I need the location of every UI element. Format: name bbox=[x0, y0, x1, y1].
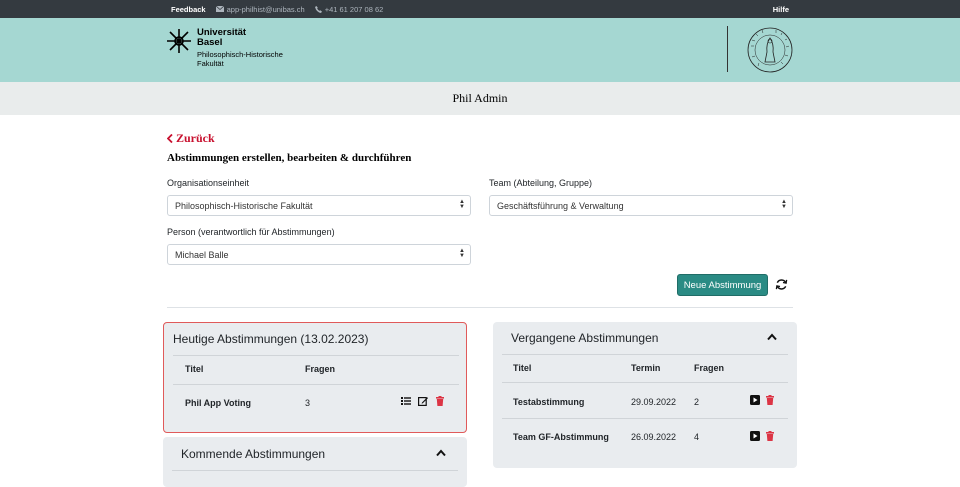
col-title-header: Titel bbox=[513, 363, 532, 373]
row-divider bbox=[502, 382, 788, 383]
feedback-link[interactable]: Feedback bbox=[171, 5, 206, 14]
vote-questions: 3 bbox=[305, 398, 311, 408]
vote-questions: 4 bbox=[694, 432, 700, 442]
trash-icon[interactable] bbox=[435, 396, 445, 406]
top-bar: Feedback app-philhist@unibas.ch +41 61 2… bbox=[0, 0, 960, 18]
col-questions-header: Fragen bbox=[305, 364, 336, 374]
col-questions-header: Fragen bbox=[694, 363, 725, 373]
org-select[interactable]: Philosophisch-Historische Fakultät ▲ ▼ bbox=[167, 195, 471, 216]
team-select-value: Geschäftsführung & Verwaltung bbox=[497, 200, 624, 211]
select-caret-icon: ▲ ▼ bbox=[781, 199, 787, 210]
phone-link[interactable]: +41 61 207 08 62 bbox=[314, 4, 384, 14]
envelope-icon bbox=[215, 6, 224, 12]
chevron-left-icon bbox=[167, 134, 173, 143]
select-caret-icon: ▲ ▼ bbox=[459, 199, 465, 210]
vote-questions: 2 bbox=[694, 397, 700, 407]
past-title: Vergangene Abstimmungen bbox=[511, 331, 659, 345]
vote-date: 29.09.2022 bbox=[631, 397, 677, 407]
row-divider bbox=[173, 384, 459, 385]
university-logo[interactable]: Universität Basel Philosophisch-Historis… bbox=[166, 28, 283, 68]
play-icon[interactable] bbox=[750, 395, 760, 405]
past-votes-card: Vergangene Abstimmungen Titel Termin Fra… bbox=[493, 322, 797, 468]
trash-icon[interactable] bbox=[765, 431, 775, 441]
new-vote-button[interactable]: Neue Abstimmung bbox=[677, 274, 768, 296]
chevron-up-icon[interactable] bbox=[767, 333, 777, 341]
back-link[interactable]: Zurück bbox=[167, 131, 215, 146]
vote-title: Phil App Voting bbox=[185, 398, 251, 408]
play-icon[interactable] bbox=[750, 431, 760, 441]
vote-title: Team GF-Abstimmung bbox=[513, 432, 609, 442]
logo-line-2: Basel bbox=[197, 37, 223, 48]
edit-icon[interactable] bbox=[418, 396, 428, 406]
university-emblem-icon bbox=[167, 29, 191, 53]
email-link[interactable]: app-philhist@unibas.ch bbox=[215, 4, 305, 14]
page-title: Abstimmungen erstellen, bearbeiten & dur… bbox=[167, 152, 412, 164]
select-caret-icon: ▲ ▼ bbox=[459, 248, 465, 259]
new-vote-label: Neue Abstimmung bbox=[683, 279, 762, 291]
col-title-header: Titel bbox=[185, 364, 204, 374]
header-divider bbox=[727, 26, 728, 72]
org-select-value: Philosophisch-Historische Fakultät bbox=[175, 200, 313, 211]
person-select[interactable]: Michael Balle ▲ ▼ bbox=[167, 244, 471, 265]
phone-text: +41 61 207 08 62 bbox=[324, 4, 384, 14]
row-divider bbox=[502, 354, 788, 355]
org-label: Organisationseinheit bbox=[167, 178, 250, 188]
email-text: app-philhist@unibas.ch bbox=[226, 4, 305, 14]
person-select-value: Michael Balle bbox=[175, 249, 229, 260]
site-header: Universität Basel Philosophisch-Historis… bbox=[0, 18, 960, 82]
today-title: Heutige Abstimmungen (13.02.2023) bbox=[173, 332, 369, 346]
vote-date: 26.09.2022 bbox=[631, 432, 677, 442]
person-label: Person (verantwortlich für Abstimmungen) bbox=[167, 227, 335, 237]
row-divider bbox=[172, 470, 458, 471]
app-title-bar: Phil Admin bbox=[0, 82, 960, 115]
upcoming-title: Kommende Abstimmungen bbox=[181, 447, 326, 461]
section-divider bbox=[167, 307, 793, 308]
back-label: Zurück bbox=[176, 131, 215, 145]
col-date-header: Termin bbox=[631, 363, 661, 373]
list-icon[interactable] bbox=[401, 396, 411, 406]
logo-line-4: Fakultät bbox=[197, 58, 224, 68]
row-divider bbox=[173, 355, 459, 356]
vote-title: Testabstimmung bbox=[513, 397, 585, 407]
app-title: Phil Admin bbox=[452, 91, 508, 105]
today-votes-card: Heutige Abstimmungen (13.02.2023) Titel … bbox=[163, 322, 467, 433]
trash-icon[interactable] bbox=[765, 395, 775, 405]
help-link[interactable]: Hilfe bbox=[773, 5, 789, 14]
row-divider bbox=[502, 418, 788, 419]
team-select[interactable]: Geschäftsführung & Verwaltung ▲ ▼ bbox=[489, 195, 793, 216]
refresh-icon[interactable] bbox=[775, 278, 788, 291]
phone-icon bbox=[314, 5, 322, 13]
chevron-up-icon[interactable] bbox=[436, 449, 446, 457]
team-label: Team (Abteilung, Gruppe) bbox=[489, 178, 593, 188]
faculty-seal-icon bbox=[747, 27, 793, 73]
